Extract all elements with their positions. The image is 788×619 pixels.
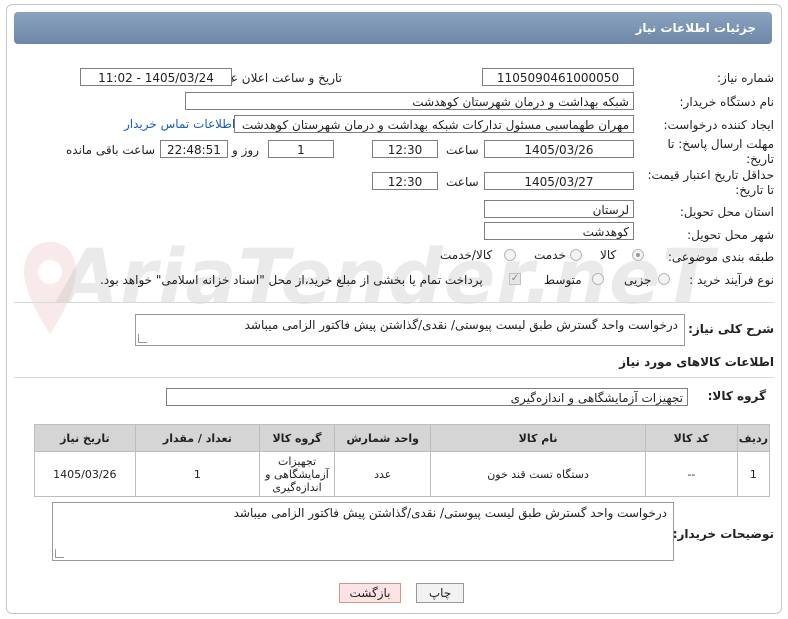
city-field: کوهدشت <box>484 222 634 240</box>
category-label: طبقه بندی موضوعی: <box>667 250 774 264</box>
cell-name: دستگاه تست قند خون <box>430 451 646 497</box>
divider-top <box>14 302 774 303</box>
category-option-service: خدمت <box>534 248 566 262</box>
price-validity-time-field: 12:30 <box>372 172 438 190</box>
payment-note: پرداخت تمام یا بخشی از مبلغ خرید،از محل … <box>100 273 483 287</box>
col-header-row: ردیف <box>736 424 771 452</box>
cell-unit: عدد <box>334 451 432 497</box>
announce-field: 1405/03/24 - 11:02 <box>80 68 232 86</box>
deadline-days-label: روز و <box>232 143 259 157</box>
category-radio-goods[interactable] <box>632 249 644 261</box>
goods-info-title: اطلاعات کالاهای مورد نیاز <box>619 355 774 369</box>
col-header-group: گروه کالا <box>259 424 336 452</box>
table-header-row: ردیف کد کالا نام کالا واحد شمارش گروه کا… <box>34 424 771 452</box>
deadline-time-field: 12:30 <box>372 140 438 158</box>
col-header-unit: واحد شمارش <box>334 424 432 452</box>
divider-goods <box>14 377 774 378</box>
summary-text: درخواست واحد گسترش طبق لیست پیوستی/ نقدی… <box>244 318 678 332</box>
col-header-code: کد کالا <box>644 424 738 452</box>
process-option-medium: متوسط <box>544 273 582 287</box>
deadline-label-line2: تاریخ: <box>746 152 774 166</box>
province-label: استان محل تحویل: <box>679 205 774 219</box>
cell-group-line3: اندازه‌گیری <box>272 480 322 494</box>
city-label: شهر محل تحویل: <box>687 228 774 242</box>
category-radio-service[interactable] <box>570 249 582 261</box>
deadline-date-field: 1405/03/26 <box>484 140 634 158</box>
buyer-notes-label: توضیحات خریدار: <box>672 527 774 541</box>
price-validity-label-line1: حداقل تاریخ اعتبار قیمت: <box>647 168 774 182</box>
deadline-days-field: 1 <box>268 140 334 158</box>
buyer-contact-link[interactable]: اطلاعات تماس خریدار <box>124 117 235 131</box>
requester-field: مهران طهماسبی مسئول تدارکات شبکه بهداشت … <box>234 115 634 133</box>
cell-group-line1: تجهیزات <box>277 454 317 468</box>
remaining-time-label: ساعت باقی مانده <box>66 143 156 157</box>
process-option-minor: جزیی <box>624 273 652 287</box>
deadline-label-line1: مهلت ارسال پاسخ: تا <box>667 137 774 151</box>
resize-handle-icon[interactable] <box>55 549 64 558</box>
cell-code: -- <box>644 451 738 497</box>
need-number-label: شماره نیاز: <box>717 71 774 85</box>
price-validity-date-field: 1405/03/27 <box>484 172 634 190</box>
goods-group-label: گروه کالا: <box>707 389 766 403</box>
page-title: جزئیات اطلاعات نیاز <box>635 21 756 35</box>
category-radio-goods-service[interactable] <box>504 249 516 261</box>
province-field: لرستان <box>484 200 634 218</box>
items-table: ردیف کد کالا نام کالا واحد شمارش گروه کا… <box>34 424 771 497</box>
cell-date: 1405/03/26 <box>34 451 136 497</box>
summary-textarea[interactable]: درخواست واحد گسترش طبق لیست پیوستی/ نقدی… <box>135 314 685 346</box>
table-row: 1 -- دستگاه تست قند خون عدد تجهیزات آزما… <box>34 451 771 497</box>
buyer-org-field: شبکه بهداشت و درمان شهرستان کوهدشت <box>185 92 634 110</box>
remaining-time-field: 22:48:51 <box>160 140 228 158</box>
cell-group: تجهیزات آزمایشگاهی و اندازه‌گیری <box>259 451 336 497</box>
goods-group-field: تجهیزات آزمایشگاهی و اندازه‌گیری <box>166 388 688 406</box>
requester-label: ایجاد کننده درخواست: <box>663 118 774 132</box>
buyer-notes-textarea[interactable]: درخواست واحد گسترش طبق لیست پیوستی/ نقدی… <box>52 502 674 561</box>
category-option-goods: کالا <box>600 248 617 262</box>
print-button[interactable]: چاپ <box>416 583 464 603</box>
back-button[interactable]: بازگشت <box>339 583 401 603</box>
resize-handle-icon[interactable] <box>138 334 147 343</box>
buyer-org-label: نام دستگاه خریدار: <box>679 95 775 109</box>
process-label: نوع فرآیند خرید : <box>689 273 774 287</box>
page-header: جزئیات اطلاعات نیاز <box>14 12 772 44</box>
category-option-goods-service: کالا/خدمت <box>440 248 493 262</box>
buyer-notes-text: درخواست واحد گسترش طبق لیست پیوستی/ نقدی… <box>233 506 667 520</box>
payment-checkbox[interactable]: ✓ <box>509 273 521 285</box>
cell-row: 1 <box>736 451 771 497</box>
summary-label: شرح کلی نیاز: <box>688 322 774 336</box>
deadline-time-label: ساعت <box>446 143 479 157</box>
need-number-field: 1105090461000050 <box>482 68 634 86</box>
process-radio-medium[interactable] <box>592 273 604 285</box>
price-validity-time-label: ساعت <box>446 175 479 189</box>
price-validity-label-line2: تا تاریخ: <box>735 183 774 197</box>
cell-qty: 1 <box>134 451 261 497</box>
cell-group-line2: آزمایشگاهی و <box>265 467 329 481</box>
col-header-date: تاریخ نیاز <box>34 424 136 452</box>
col-header-qty: تعداد / مقدار <box>134 424 261 452</box>
col-header-name: نام کالا <box>430 424 646 452</box>
process-radio-minor[interactable] <box>658 273 670 285</box>
